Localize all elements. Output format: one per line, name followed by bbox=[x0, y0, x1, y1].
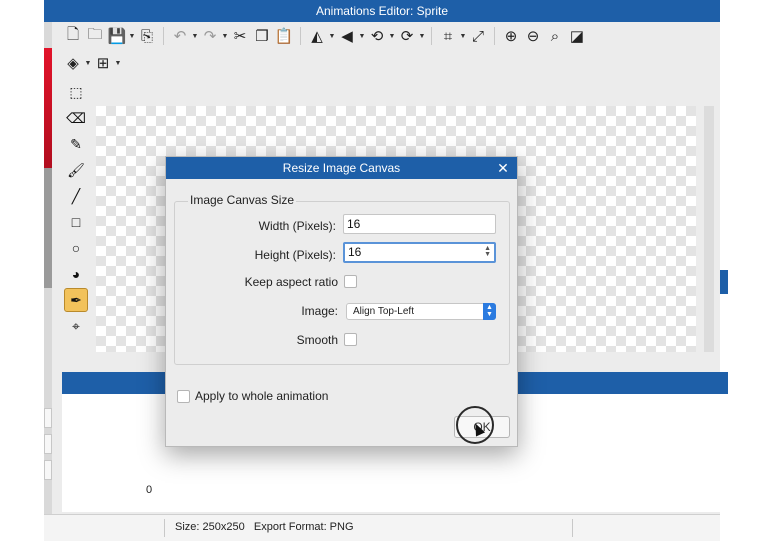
status-text: Size: 250x250 Export Format: PNG bbox=[175, 521, 354, 533]
export-icon[interactable]: ⎘ bbox=[136, 25, 158, 47]
rotate-left-icon[interactable]: ⟲ bbox=[366, 25, 388, 47]
keep-aspect-checkbox[interactable] bbox=[344, 275, 357, 288]
toolbar-separator bbox=[163, 27, 164, 45]
zoom-out-icon[interactable]: ⊖ bbox=[522, 25, 544, 47]
background-blue-strip bbox=[720, 372, 728, 394]
paste-icon[interactable]: 📋 bbox=[273, 25, 295, 47]
keep-aspect-label: Keep aspect ratio bbox=[244, 275, 338, 289]
zoom-fit-icon[interactable]: ⌕ bbox=[544, 25, 566, 47]
open-folder-icon[interactable]: 🗀 bbox=[84, 25, 106, 47]
canvas-scrollbar[interactable] bbox=[704, 106, 714, 352]
background-field-stubs bbox=[44, 408, 52, 486]
secondary-toolbar: ◈ ▼ ⊞ ▼ bbox=[62, 50, 162, 76]
status-bar: Size: 250x250 Export Format: PNG bbox=[44, 514, 720, 541]
undo-dropdown-icon[interactable]: ▼ bbox=[191, 33, 199, 40]
selection-icon[interactable]: ⬚ bbox=[64, 80, 88, 104]
background-red-strip bbox=[44, 48, 52, 168]
ellipse-icon[interactable]: ○ bbox=[64, 236, 88, 260]
cut-icon[interactable]: ✂ bbox=[229, 25, 251, 47]
new-file-icon[interactable]: 🗋 bbox=[62, 25, 84, 47]
layers-icon[interactable]: ◈ bbox=[62, 52, 84, 74]
apply-whole-animation-label: Apply to whole animation bbox=[195, 389, 329, 403]
image-label: Image: bbox=[301, 304, 338, 318]
flip-horizontal-dropdown-icon[interactable]: ▼ bbox=[328, 33, 336, 40]
close-icon[interactable]: ✕ bbox=[495, 157, 511, 179]
flip-vertical-dropdown-icon[interactable]: ▼ bbox=[358, 33, 366, 40]
pencil-icon[interactable]: ✎ bbox=[64, 132, 88, 156]
eyedropper-icon[interactable]: ✒ bbox=[64, 288, 88, 312]
redo-dropdown-icon[interactable]: ▼ bbox=[221, 33, 229, 40]
rotate-right-icon[interactable]: ⟳ bbox=[396, 25, 418, 47]
height-stepper-icon[interactable]: ▲ ▼ bbox=[484, 245, 491, 258]
field-stub bbox=[44, 460, 52, 480]
status-separator bbox=[164, 519, 165, 537]
tool-palette: ⬚ ⌫ ✎ 🖌 ╱ □ ○ ◕ ✒ ⌖ bbox=[62, 78, 90, 358]
crop-dropdown-icon[interactable]: ▼ bbox=[459, 33, 467, 40]
image-align-value: Align Top-Left bbox=[353, 306, 414, 317]
field-stub bbox=[44, 434, 52, 454]
flip-horizontal-icon[interactable]: ◭ bbox=[306, 25, 328, 47]
flip-vertical-icon[interactable]: ◀ bbox=[336, 25, 358, 47]
width-input[interactable] bbox=[343, 214, 496, 234]
toolbar-separator bbox=[494, 27, 495, 45]
field-stub bbox=[44, 408, 52, 428]
grid-dropdown-icon[interactable]: ▼ bbox=[114, 60, 122, 67]
main-toolbar: 🗋 🗀 💾 ▼ ⎘ ↶ ▼ ↷ ▼ ✂ ❐ 📋 ◭ ▼ ◀ ▼ ⟲ ▼ ⟳ ▼ ⌗ ▼ ⤢ ⊕ … bbox=[62, 22, 720, 50]
resize-canvas-dialog: Resize Image Canvas ✕ Image Canvas Size … bbox=[165, 156, 518, 447]
dialog-title: Resize Image Canvas bbox=[166, 157, 517, 179]
background-blue-strip bbox=[720, 270, 728, 294]
redo-icon[interactable]: ↷ bbox=[199, 25, 221, 47]
save-dropdown-icon[interactable]: ▼ bbox=[128, 33, 136, 40]
timeline-zero-label: 0 bbox=[146, 484, 153, 496]
smooth-checkbox[interactable] bbox=[344, 333, 357, 346]
rotate-left-dropdown-icon[interactable]: ▼ bbox=[388, 33, 396, 40]
zoom-in-icon[interactable]: ⊕ bbox=[500, 25, 522, 47]
grid-icon[interactable]: ⊞ bbox=[92, 52, 114, 74]
status-separator bbox=[572, 519, 573, 537]
save-icon[interactable]: 💾 bbox=[106, 25, 128, 47]
rectangle-icon[interactable]: □ bbox=[64, 210, 88, 234]
background-gray-strip bbox=[44, 168, 52, 288]
chevron-updown-icon[interactable]: ▲ ▼ bbox=[483, 303, 496, 320]
copy-icon[interactable]: ❐ bbox=[251, 25, 273, 47]
layers-dropdown-icon[interactable]: ▼ bbox=[84, 60, 92, 67]
image-align-select[interactable]: Align Top-Left ▲ ▼ bbox=[346, 303, 496, 320]
toolbar-separator bbox=[300, 27, 301, 45]
height-value: 16 bbox=[348, 245, 362, 259]
width-label: Width (Pixels): bbox=[258, 219, 336, 233]
eraser-icon[interactable]: ⌫ bbox=[64, 106, 88, 130]
fill-bucket-icon[interactable]: ◕ bbox=[64, 262, 88, 286]
invert-icon[interactable]: ◪ bbox=[566, 25, 588, 47]
height-label: Height (Pixels): bbox=[254, 248, 336, 262]
center-point-icon[interactable]: ⌖ bbox=[64, 314, 88, 338]
window-title: Animations Editor: Sprite bbox=[44, 0, 720, 22]
resize-icon[interactable]: ⤢ bbox=[467, 25, 489, 47]
crop-icon[interactable]: ⌗ bbox=[437, 25, 459, 47]
group-title: Image Canvas Size bbox=[188, 193, 297, 207]
smooth-label: Smooth bbox=[296, 333, 338, 347]
toolbar-separator bbox=[431, 27, 432, 45]
line-icon[interactable]: ╱ bbox=[64, 184, 88, 208]
brush-icon[interactable]: 🖌 bbox=[64, 158, 88, 182]
rotate-right-dropdown-icon[interactable]: ▼ bbox=[418, 33, 426, 40]
apply-whole-animation-checkbox[interactable] bbox=[177, 390, 190, 403]
height-input[interactable]: 16 ▲ ▼ bbox=[343, 242, 496, 263]
undo-icon[interactable]: ↶ bbox=[169, 25, 191, 47]
background-window-right-edge bbox=[720, 270, 730, 520]
